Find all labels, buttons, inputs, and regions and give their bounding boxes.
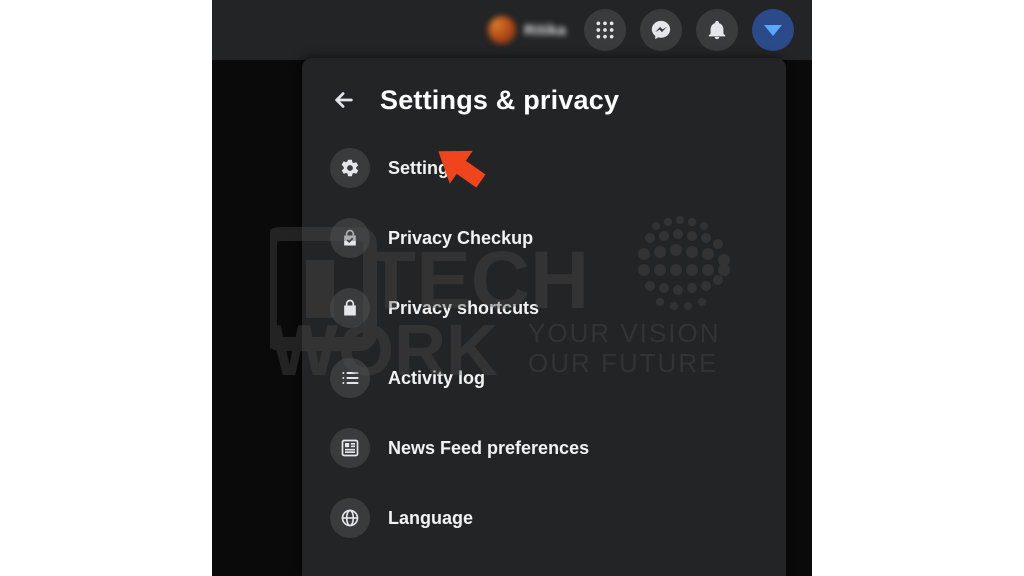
caret-down-icon	[764, 25, 782, 36]
settings-menu: Settings Privacy Checkup Privacy shortcu…	[324, 138, 764, 548]
gear-icon	[330, 148, 370, 188]
menu-item-privacy-shortcuts[interactable]: Privacy shortcuts	[324, 278, 764, 338]
grid-icon	[595, 20, 615, 40]
menu-item-label: Activity log	[388, 368, 485, 389]
menu-item-language[interactable]: Language	[324, 488, 764, 548]
bell-icon	[706, 19, 728, 41]
messenger-icon	[650, 19, 672, 41]
app-window: Ritika	[212, 0, 812, 576]
messenger-button[interactable]	[640, 9, 682, 51]
panel-header: Settings & privacy	[324, 80, 764, 120]
feed-icon	[330, 428, 370, 468]
profile-chip[interactable]: Ritika	[488, 16, 566, 44]
lock-check-icon	[330, 218, 370, 258]
back-button[interactable]	[324, 80, 364, 120]
menu-item-label: News Feed preferences	[388, 438, 589, 459]
menu-item-privacy-checkup[interactable]: Privacy Checkup	[324, 208, 764, 268]
notifications-button[interactable]	[696, 9, 738, 51]
settings-privacy-panel: Settings & privacy Settings Privacy Chec…	[302, 58, 786, 576]
topbar: Ritika	[212, 0, 812, 60]
panel-title: Settings & privacy	[380, 85, 619, 116]
profile-name: Ritika	[524, 22, 566, 39]
menu-item-activity-log[interactable]: Activity log	[324, 348, 764, 408]
globe-icon	[330, 498, 370, 538]
menu-item-label: Language	[388, 508, 473, 529]
menu-item-news-feed-preferences[interactable]: News Feed preferences	[324, 418, 764, 478]
menu-item-label: Privacy Checkup	[388, 228, 533, 249]
list-icon	[330, 358, 370, 398]
menu-item-label: Settings	[388, 158, 459, 179]
lock-icon	[330, 288, 370, 328]
apps-button[interactable]	[584, 9, 626, 51]
arrow-left-icon	[333, 89, 355, 111]
menu-item-label: Privacy shortcuts	[388, 298, 539, 319]
menu-item-settings[interactable]: Settings	[324, 138, 764, 198]
avatar	[488, 16, 516, 44]
account-dropdown-button[interactable]	[752, 9, 794, 51]
